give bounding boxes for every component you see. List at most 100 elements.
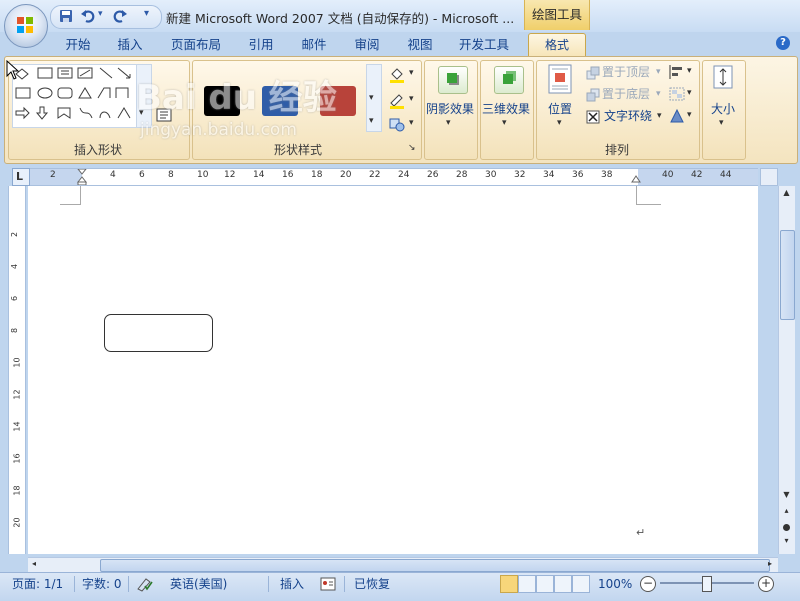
- status-page[interactable]: 页面: 1/1: [12, 576, 63, 592]
- vertical-ruler[interactable]: 2 4 6 8 10 12 14 16 18 20: [8, 186, 26, 554]
- proofing-icon[interactable]: [136, 576, 154, 592]
- tab-developer[interactable]: 开发工具: [456, 36, 512, 54]
- send-to-back-dropdown-icon[interactable]: ▾: [656, 89, 661, 99]
- help-button[interactable]: ?: [776, 36, 790, 50]
- status-word-count[interactable]: 字数: 0: [82, 576, 122, 592]
- tab-selector[interactable]: L: [12, 168, 30, 186]
- size-icon[interactable]: [712, 64, 734, 90]
- status-insert-mode[interactable]: 插入: [280, 576, 304, 592]
- scroll-up-icon[interactable]: ▲: [781, 188, 792, 214]
- ruler-number: 32: [514, 170, 526, 180]
- zoom-level[interactable]: 100%: [598, 576, 632, 592]
- vertical-scroll-thumb[interactable]: [780, 230, 795, 320]
- first-line-indent-marker[interactable]: [77, 169, 87, 185]
- shapes-gallery-icons[interactable]: [14, 66, 134, 124]
- right-indent-marker[interactable]: [631, 173, 641, 183]
- shape-outline-icon[interactable]: [388, 92, 406, 110]
- document-page[interactable]: ↵: [28, 186, 758, 554]
- zoom-slider-thumb[interactable]: [702, 576, 712, 592]
- watermark: Bai du 经验 jingyan.baidu.com: [128, 64, 368, 150]
- full-screen-reading-view-icon[interactable]: [518, 575, 536, 593]
- tab-review[interactable]: 审阅: [351, 36, 383, 54]
- ruler-number: 10: [12, 357, 22, 368]
- mouse-cursor-icon: [6, 60, 20, 80]
- macro-record-icon[interactable]: [320, 576, 336, 592]
- rotate-dropdown-icon[interactable]: ▾: [687, 110, 692, 120]
- tab-references[interactable]: 引用: [245, 36, 277, 54]
- ruler-number: 20: [12, 517, 22, 528]
- size-button[interactable]: 大小: [704, 100, 742, 117]
- customize-qat-icon[interactable]: ▾: [144, 8, 149, 19]
- bring-to-front-dropdown-icon[interactable]: ▾: [656, 67, 661, 77]
- view-ruler-button[interactable]: [760, 168, 778, 186]
- tab-insert[interactable]: 插入: [114, 36, 146, 54]
- rotate-icon[interactable]: [668, 108, 686, 124]
- horizontal-ruler[interactable]: 2 4 6 8 10 12 14 16 18 20 22 24 26 28 30…: [30, 168, 758, 186]
- position-button[interactable]: 位置: [542, 100, 578, 117]
- bring-to-front-button[interactable]: 置于顶层: [602, 62, 650, 82]
- shadow-effects-dropdown-icon[interactable]: ▾: [446, 118, 451, 128]
- rounded-rectangle-shape[interactable]: [104, 314, 213, 352]
- browse-object-icon[interactable]: [783, 524, 790, 531]
- ruler-number: 38: [601, 170, 613, 180]
- next-page-icon[interactable]: ▾: [781, 536, 792, 548]
- ruler-number: 8: [168, 170, 174, 180]
- text-wrap-dropdown-icon[interactable]: ▾: [657, 111, 662, 121]
- tab-stop-icon: L: [16, 170, 24, 183]
- office-button[interactable]: [4, 4, 48, 48]
- 3d-effects-icon[interactable]: [494, 66, 524, 94]
- print-layout-view-icon[interactable]: [500, 575, 518, 593]
- zoom-out-button[interactable]: −: [640, 576, 656, 592]
- undo-icon[interactable]: [80, 8, 96, 24]
- redo-icon[interactable]: [112, 8, 128, 24]
- styles-more-icon[interactable]: ▾: [369, 116, 374, 126]
- tab-format[interactable]: 格式: [528, 33, 586, 58]
- send-to-back-button[interactable]: 置于底层: [602, 84, 650, 104]
- position-dropdown-icon[interactable]: ▾: [557, 118, 562, 128]
- change-shape-icon[interactable]: [388, 116, 406, 134]
- scroll-down-icon[interactable]: ▼: [781, 490, 792, 502]
- tab-home[interactable]: 开始: [62, 36, 94, 54]
- ruler-number: 14: [253, 170, 265, 180]
- vertical-scrollbar[interactable]: ▲ ▼ ▴ ▾: [778, 186, 795, 554]
- tab-page-layout[interactable]: 页面布局: [168, 36, 224, 54]
- shadow-effects-icon[interactable]: [438, 66, 468, 94]
- ruler-number: 16: [282, 170, 294, 180]
- status-language[interactable]: 英语(美国): [170, 576, 227, 592]
- draft-view-icon[interactable]: [572, 575, 590, 593]
- shape-fill-dropdown-icon[interactable]: ▾: [409, 68, 414, 78]
- scroll-right-icon[interactable]: ▸: [768, 559, 778, 571]
- align-dropdown-icon[interactable]: ▾: [687, 66, 692, 76]
- change-shape-dropdown-icon[interactable]: ▾: [409, 118, 414, 128]
- text-wrap-button[interactable]: 文字环绕: [604, 106, 652, 126]
- watermark-brand: Bai du 经验: [136, 78, 337, 118]
- horizontal-scroll-thumb[interactable]: [100, 559, 770, 572]
- margin-corner-right: [636, 186, 661, 205]
- scroll-left-icon[interactable]: ◂: [32, 559, 42, 571]
- outline-view-icon[interactable]: [554, 575, 572, 593]
- tab-view[interactable]: 视图: [404, 36, 436, 54]
- tab-mailings[interactable]: 邮件: [298, 36, 330, 54]
- 3d-effects-dropdown-icon[interactable]: ▾: [502, 118, 507, 128]
- horizontal-scrollbar[interactable]: ◂ ▸: [28, 557, 778, 572]
- zoom-in-button[interactable]: +: [758, 576, 774, 592]
- group-objects-icon[interactable]: [668, 86, 686, 102]
- save-icon[interactable]: [58, 8, 74, 24]
- ruler-number: 18: [12, 485, 22, 496]
- shadow-effects-button[interactable]: 阴影效果: [426, 100, 474, 117]
- previous-page-icon[interactable]: ▴: [781, 506, 792, 518]
- shape-outline-dropdown-icon[interactable]: ▾: [409, 94, 414, 104]
- shape-fill-icon[interactable]: [388, 66, 406, 84]
- ruler-number: 12: [12, 389, 22, 400]
- size-dropdown-icon[interactable]: ▾: [719, 118, 724, 128]
- shape-styles-launcher-icon[interactable]: ↘: [408, 143, 416, 153]
- web-layout-view-icon[interactable]: [536, 575, 554, 593]
- 3d-effects-button[interactable]: 三维效果: [482, 100, 530, 117]
- styles-scroll-down-icon[interactable]: ▾: [369, 93, 374, 103]
- align-icon[interactable]: [668, 64, 686, 80]
- position-icon[interactable]: [548, 64, 572, 94]
- ruler-number: 4: [110, 170, 116, 180]
- group-objects-dropdown-icon[interactable]: ▾: [687, 88, 692, 98]
- ruler-number: 34: [543, 170, 555, 180]
- undo-dropdown-icon[interactable]: ▾: [98, 9, 103, 19]
